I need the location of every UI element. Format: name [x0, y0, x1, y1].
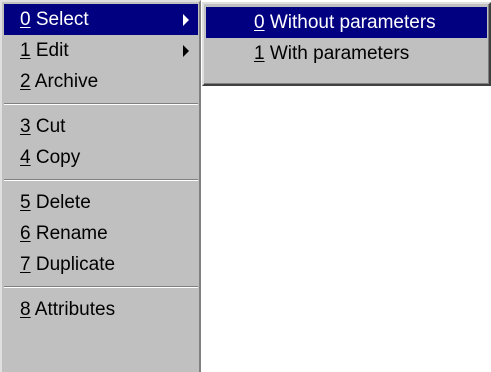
- desktop-area: 0 Select 1 Edit 2 Archive 3 Cut 4 Copy 5 Dele…: [0, 0, 491, 372]
- menu-item-archive[interactable]: 2 Archive: [4, 66, 198, 97]
- context-menu-items: 0 Select 1 Edit 2 Archive 3 Cut 4 Copy 5 Dele…: [4, 4, 198, 325]
- select-submenu: 0 Without parameters 1 With parameters: [202, 2, 491, 86]
- menu-item-label: Attributes: [30, 299, 116, 320]
- submenu-item-with-parameters[interactable]: 1 With parameters: [206, 38, 487, 69]
- menu-item-cut[interactable]: 3 Cut: [4, 111, 198, 142]
- submenu-item-without-parameters[interactable]: 0 Without parameters: [206, 7, 487, 38]
- menu-separator: [4, 97, 198, 111]
- menu-item-label: Duplicate: [30, 254, 116, 275]
- menu-item-label: Without parameters: [264, 12, 436, 33]
- menu-item-edit[interactable]: 1 Edit: [4, 35, 198, 66]
- menu-item-attributes[interactable]: 8 Attributes: [4, 294, 198, 325]
- menu-item-rename[interactable]: 6 Rename: [4, 218, 198, 249]
- menu-item-label: Delete: [30, 192, 91, 213]
- select-submenu-items: 0 Without parameters 1 With parameters: [206, 7, 487, 69]
- submenu-arrow-icon: [182, 4, 190, 35]
- menu-item-label: With parameters: [264, 43, 410, 64]
- menu-item-label: Archive: [30, 71, 99, 92]
- mnemonic-key: 3: [20, 116, 31, 137]
- submenu-arrow-icon: [182, 35, 190, 66]
- mnemonic-key: 7: [20, 254, 31, 275]
- menu-item-label: Edit: [30, 40, 69, 61]
- menu-item-delete[interactable]: 5 Delete: [4, 187, 198, 218]
- menu-separator: [4, 280, 198, 294]
- menu-item-select[interactable]: 0 Select: [4, 4, 198, 35]
- menu-item-label: Copy: [30, 147, 81, 168]
- menu-item-duplicate[interactable]: 7 Duplicate: [4, 249, 198, 280]
- mnemonic-key: 1: [254, 43, 265, 64]
- context-menu: 0 Select 1 Edit 2 Archive 3 Cut 4 Copy 5 Dele…: [0, 0, 201, 372]
- mnemonic-key: 1: [20, 40, 31, 61]
- mnemonic-key: 0: [20, 9, 31, 30]
- mnemonic-key: 0: [254, 12, 265, 33]
- mnemonic-key: 6: [20, 223, 31, 244]
- menu-item-label: Cut: [30, 116, 66, 137]
- mnemonic-key: 2: [20, 71, 31, 92]
- mnemonic-key: 5: [20, 192, 31, 213]
- menu-item-label: Rename: [30, 223, 108, 244]
- mnemonic-key: 4: [20, 147, 31, 168]
- menu-item-copy[interactable]: 4 Copy: [4, 142, 198, 173]
- menu-separator: [4, 173, 198, 187]
- menu-item-label: Select: [30, 9, 89, 30]
- mnemonic-key: 8: [20, 299, 31, 320]
